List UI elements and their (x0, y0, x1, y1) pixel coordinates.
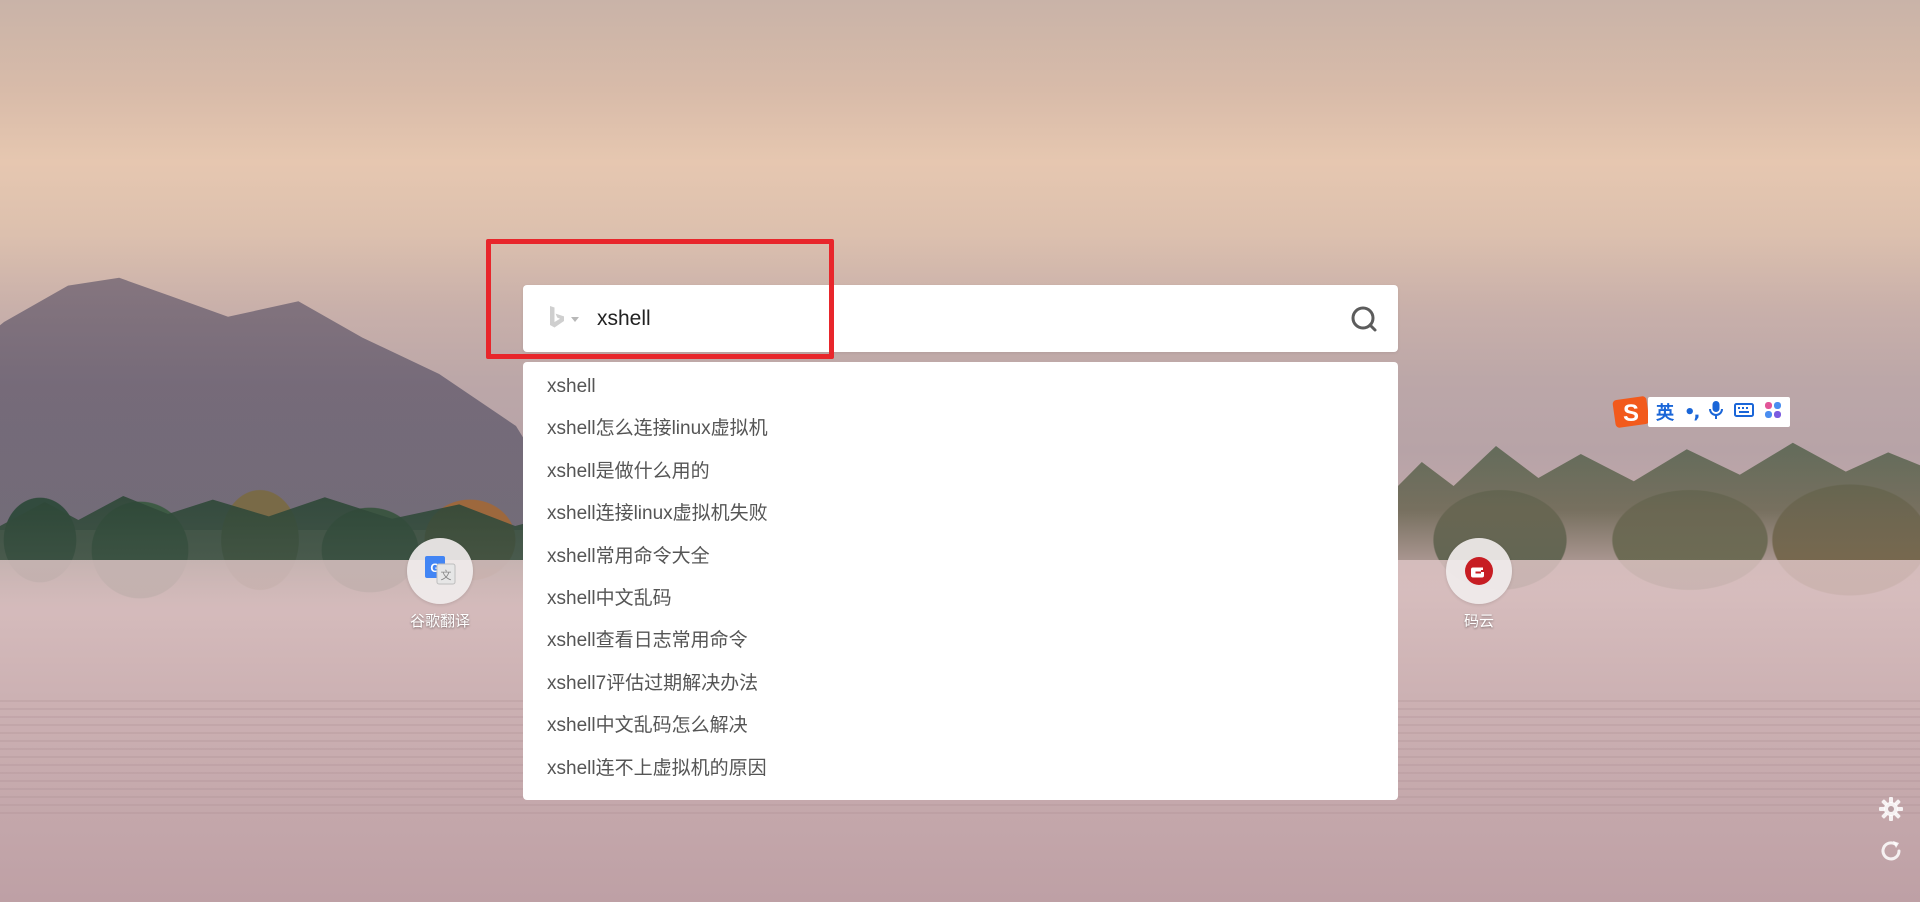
suggestion-item[interactable]: xshell中文乱码怎么解决 (523, 705, 1398, 747)
svg-text:S: S (1623, 400, 1639, 427)
search-suggestions-dropdown: xshell xshell怎么连接linux虚拟机 xshell是做什么用的 x… (523, 362, 1398, 800)
suggestion-item[interactable]: xshell中文乱码 (523, 578, 1398, 620)
google-translate-icon: G 文 (407, 538, 473, 604)
search-icon (1351, 306, 1377, 332)
shortcut-google-translate[interactable]: G 文 谷歌翻译 (390, 538, 490, 631)
suggestion-item[interactable]: xshell查看日志常用命令 (523, 620, 1398, 662)
suggestion-item[interactable]: xshell怎么连接linux虚拟机 (523, 408, 1398, 450)
gitee-icon (1446, 538, 1512, 604)
highlight-annotation-box (486, 239, 834, 359)
refresh-icon (1881, 841, 1901, 861)
refresh-button[interactable] (1876, 836, 1906, 866)
settings-button[interactable] (1876, 794, 1906, 824)
keyboard-icon[interactable] (1734, 402, 1755, 423)
suggestion-item[interactable]: xshell连接linux虚拟机失败 (523, 493, 1398, 535)
shortcut-label: 码云 (1463, 612, 1494, 630)
microphone-icon[interactable] (1708, 400, 1724, 425)
ime-punctuation-toggle[interactable]: •, (1684, 402, 1700, 423)
suggestion-item[interactable]: xshell (523, 366, 1398, 408)
suggestion-item[interactable]: xshell常用命令大全 (523, 536, 1398, 578)
svg-text:文: 文 (441, 568, 452, 582)
suggestion-item[interactable]: xshell7评估过期解决办法 (523, 663, 1398, 705)
apps-icon[interactable] (1764, 401, 1782, 424)
shortcut-label: 谷歌翻译 (409, 612, 470, 630)
search-button[interactable] (1348, 303, 1380, 335)
ime-language-toggle[interactable]: 英 (1656, 399, 1674, 425)
sogou-logo-icon[interactable]: S (1612, 394, 1650, 430)
ime-controls: 英 •, (1648, 397, 1791, 427)
shortcut-gitee[interactable]: 码云 (1429, 538, 1529, 631)
ime-toolbar[interactable]: S 英 •, (1612, 394, 1800, 430)
suggestion-item[interactable]: xshell是做什么用的 (523, 451, 1398, 493)
gear-icon (1879, 797, 1903, 821)
suggestion-item[interactable]: xshell连不上虚拟机的原因 (523, 748, 1398, 790)
